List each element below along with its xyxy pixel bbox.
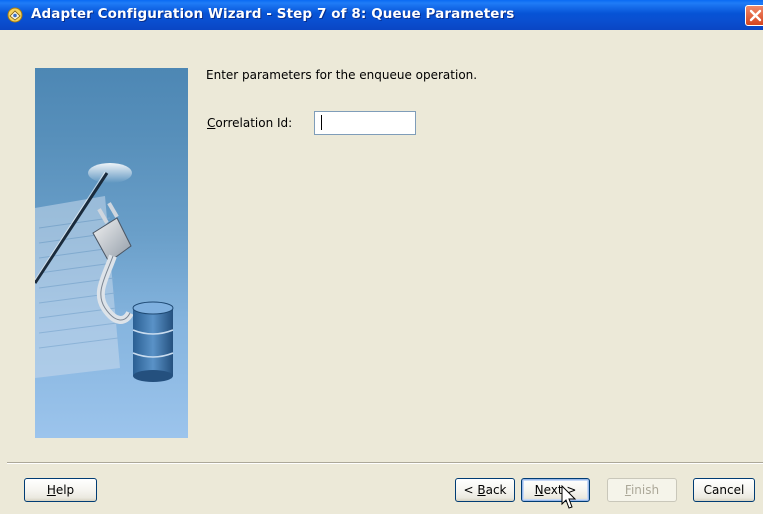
adapter-wizard-illustration [35, 68, 188, 438]
title-bar[interactable]: Adapter Configuration Wizard - Step 7 of… [0, 0, 763, 30]
spreadsheet-graphic [35, 196, 120, 378]
back-mnemonic: B [477, 483, 486, 497]
correlation-id-input[interactable] [314, 111, 416, 135]
finish-button[interactable]: Finish [607, 478, 677, 502]
cancel-button[interactable]: Cancel [693, 478, 755, 502]
back-label: ack [485, 483, 507, 497]
dialog-content: Enter parameters for the enqueue operati… [0, 30, 763, 514]
back-button[interactable]: < Back [455, 478, 515, 502]
window-title: Adapter Configuration Wizard - Step 7 of… [31, 6, 515, 22]
finish-label: inish [630, 483, 660, 497]
help-button[interactable]: Help [24, 478, 97, 502]
close-icon [749, 9, 762, 22]
help-mnemonic: H [46, 483, 56, 497]
correlation-id-label: Correlation Id: [207, 116, 292, 130]
close-button[interactable] [745, 5, 763, 26]
button-separator [7, 462, 763, 464]
wizard-app-icon [6, 6, 24, 24]
database-icon [132, 301, 174, 382]
help-label: elp [55, 483, 75, 497]
wizard-window: Adapter Configuration Wizard - Step 7 of… [0, 0, 763, 514]
correlation-id-label-text: orrelation Id: [215, 116, 293, 130]
next-button[interactable]: Next > [521, 478, 590, 502]
text-caret [321, 115, 322, 130]
next-mnemonic: N [534, 483, 544, 497]
back-prefix: < [463, 483, 478, 497]
instruction-text: Enter parameters for the enqueue operati… [206, 68, 478, 82]
mouse-pointer-icon [561, 485, 577, 509]
